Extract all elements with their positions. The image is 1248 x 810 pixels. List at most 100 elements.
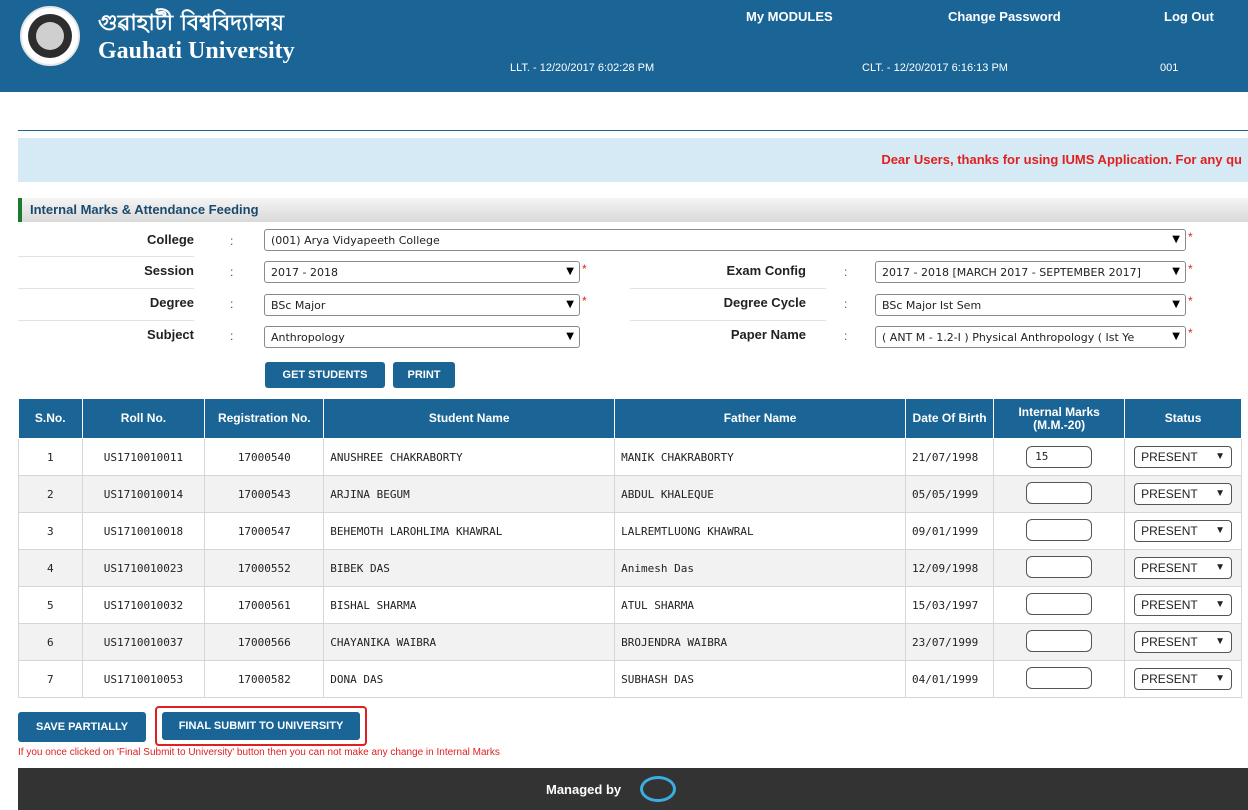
col-header-registration: Registration No.: [204, 398, 325, 439]
status-select[interactable]: PRESENT ▼: [1134, 520, 1233, 542]
status-value: PRESENT: [1141, 561, 1198, 575]
roll-cell: US1710010011: [81, 438, 206, 476]
chevron-down-icon: ▼: [1215, 451, 1226, 462]
subject-select[interactable]: Anthropology ▼: [264, 326, 580, 348]
get-students-button[interactable]: GET STUDENTS: [265, 362, 385, 388]
university-seal-icon: [20, 6, 80, 66]
colon: :: [230, 297, 234, 311]
dob-cell: 05/05/1999: [904, 475, 995, 513]
father-name-cell: SUBHASH DAS: [614, 660, 906, 698]
degree-cycle-label: Degree Cycle: [723, 295, 806, 310]
required-mark: *: [582, 294, 587, 308]
divider: [18, 320, 194, 321]
save-partially-button[interactable]: SAVE PARTIALLY: [18, 712, 146, 742]
notice-text: Dear Users, thanks for using IUMS Applic…: [881, 152, 1242, 167]
final-submit-button[interactable]: FINAL SUBMIT TO UNIVERSITY: [162, 712, 360, 740]
section-header: Internal Marks & Attendance Feeding: [18, 198, 1248, 222]
chevron-down-icon: ▼: [1172, 299, 1180, 310]
required-mark: *: [1188, 326, 1193, 340]
registration-cell: 17000561: [204, 586, 325, 624]
exam-config-select[interactable]: 2017 - 2018 [MARCH 2017 - SEPTEMBER 2017…: [875, 261, 1186, 283]
internal-marks-input[interactable]: [1026, 629, 1093, 652]
footer: Managed by: [18, 768, 1248, 810]
registration-cell: 17000566: [204, 623, 325, 661]
divider: [18, 256, 194, 257]
internal-marks-input[interactable]: [1026, 666, 1093, 689]
table-row: 3 US1710010018 17000547 BEHEMOTH LAROHLI…: [18, 512, 1242, 550]
colon: :: [844, 329, 848, 343]
marks-cell: [993, 660, 1126, 698]
divider: [630, 288, 826, 289]
sno-cell: 7: [18, 660, 83, 698]
status-select[interactable]: PRESENT ▼: [1134, 446, 1233, 468]
logout-link[interactable]: Log Out: [1164, 9, 1214, 24]
table-row: 4 US1710010023 17000552 BIBEK DAS Animes…: [18, 549, 1242, 587]
college-select[interactable]: (001) Arya Vidyapeeth College ▼: [264, 229, 1186, 251]
student-name-cell: BEHEMOTH LAROHLIMA KHAWRAL: [323, 512, 616, 550]
degree-select[interactable]: BSc Major ▼: [264, 294, 580, 316]
session-value: 2017 - 2018: [271, 266, 338, 279]
students-table: S.No. Roll No. Registration No. Student …: [18, 398, 1242, 698]
divider: [18, 288, 194, 289]
chevron-down-icon: ▼: [1172, 266, 1180, 277]
roll-cell: US1710010037: [81, 623, 206, 661]
registration-cell: 17000547: [204, 512, 325, 550]
status-cell: PRESENT ▼: [1124, 512, 1242, 550]
col-header-father: Father Name: [614, 398, 906, 439]
degree-cycle-select[interactable]: BSc Major Ist Sem ▼: [875, 294, 1186, 316]
chevron-down-icon: ▼: [1215, 636, 1226, 647]
paper-name-value: ( ANT M - 1.2-I ) Physical Anthropology …: [882, 331, 1135, 344]
student-name-cell: DONA DAS: [323, 660, 616, 698]
internal-marks-input[interactable]: [1026, 481, 1093, 504]
colon: :: [844, 265, 848, 279]
internal-marks-input[interactable]: [1026, 555, 1093, 578]
roll-cell: US1710010014: [81, 475, 206, 513]
status-cell: PRESENT ▼: [1124, 586, 1242, 624]
status-select[interactable]: PRESENT ▼: [1134, 594, 1233, 616]
my-modules-link[interactable]: My MODULES: [746, 9, 833, 24]
session-row: Session : 2017 - 2018 ▼ * Exam Config : …: [18, 259, 1248, 285]
internal-marks-input[interactable]: [1026, 518, 1093, 541]
required-mark: *: [1188, 230, 1193, 244]
father-name-cell: ATUL SHARMA: [614, 586, 906, 624]
status-select[interactable]: PRESENT ▼: [1134, 483, 1233, 505]
internal-marks-input[interactable]: [1026, 592, 1093, 615]
table-row: 7 US1710010053 17000582 DONA DAS SUBHASH…: [18, 660, 1242, 698]
chevron-down-icon: ▼: [1215, 525, 1226, 536]
app-header: গুৱাহাটী বিশ্ববিদ্যালয় Gauhati Universi…: [0, 0, 1248, 92]
chevron-down-icon: ▼: [1215, 562, 1226, 573]
roll-cell: US1710010032: [81, 586, 206, 624]
degree-cycle-value: BSc Major Ist Sem: [882, 299, 982, 312]
status-cell: PRESENT ▼: [1124, 660, 1242, 698]
student-name-cell: CHAYANIKA WAIBRA: [323, 623, 616, 661]
table-row: 6 US1710010037 17000566 CHAYANIKA WAIBRA…: [18, 623, 1242, 661]
col-header-marks: Internal Marks (M.M.-20): [993, 398, 1126, 439]
status-select[interactable]: PRESENT ▼: [1134, 668, 1233, 690]
internal-marks-input[interactable]: 15: [1026, 446, 1093, 468]
paper-name-select[interactable]: ( ANT M - 1.2-I ) Physical Anthropology …: [875, 326, 1186, 348]
exam-config-label: Exam Config: [726, 263, 806, 278]
chevron-down-icon: ▼: [1172, 331, 1180, 342]
session-select[interactable]: 2017 - 2018 ▼: [264, 261, 580, 283]
degree-value: BSc Major: [271, 299, 326, 312]
status-select[interactable]: PRESENT ▼: [1134, 631, 1233, 653]
dob-cell: 15/03/1997: [904, 586, 995, 624]
status-select[interactable]: PRESENT ▼: [1134, 557, 1233, 579]
required-mark: *: [1188, 294, 1193, 308]
roll-cell: US1710010053: [81, 660, 206, 698]
chevron-down-icon: ▼: [1172, 234, 1180, 245]
registration-cell: 17000543: [204, 475, 325, 513]
status-cell: PRESENT ▼: [1124, 549, 1242, 587]
final-submit-warning: If you once clicked on 'Final Submit to …: [18, 747, 500, 758]
final-submit-highlight: FINAL SUBMIT TO UNIVERSITY: [155, 706, 367, 746]
roll-cell: US1710010018: [81, 512, 206, 550]
student-name-cell: ANUSHREE CHAKRABORTY: [323, 438, 616, 476]
registration-cell: 17000552: [204, 549, 325, 587]
degree-row: Degree : BSc Major ▼ * Degree Cycle : BS…: [18, 291, 1248, 317]
status-value: PRESENT: [1141, 672, 1198, 686]
divider: [18, 130, 1248, 131]
change-password-link[interactable]: Change Password: [948, 9, 1061, 24]
print-button[interactable]: PRINT: [393, 362, 455, 388]
sno-cell: 4: [18, 549, 83, 587]
college-label: College: [147, 232, 194, 247]
